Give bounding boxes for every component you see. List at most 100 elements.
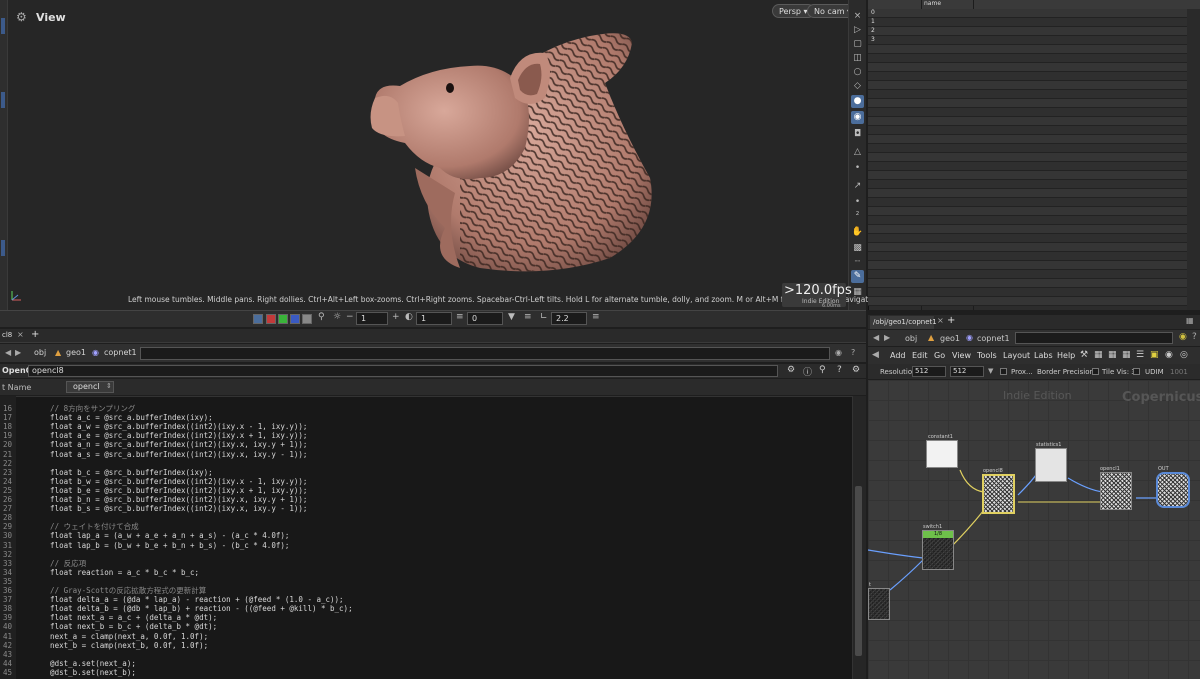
menu-labs[interactable]: Labs bbox=[1034, 351, 1053, 360]
green-channel-icon[interactable] bbox=[278, 314, 288, 324]
proxy-checkbox[interactable] bbox=[1000, 368, 1007, 375]
code-line[interactable]: 29 // ウェイトを付けて合成 bbox=[0, 522, 139, 531]
spreadsheet-row[interactable] bbox=[868, 54, 1200, 63]
code-line[interactable]: 33 // 反応項 bbox=[0, 559, 86, 568]
options-icon[interactable]: ≡ bbox=[592, 312, 600, 322]
wireframe-icon[interactable]: △ bbox=[851, 146, 864, 159]
menu-edit[interactable]: Edit bbox=[912, 351, 928, 360]
close-tab-icon[interactable]: × bbox=[17, 330, 24, 339]
menu-go[interactable]: Go bbox=[934, 351, 945, 360]
shading-icon[interactable]: ◉ bbox=[851, 111, 864, 124]
spreadsheet-row[interactable] bbox=[868, 297, 1200, 306]
code-line[interactable]: 22 bbox=[0, 459, 32, 468]
spreadsheet-row[interactable] bbox=[868, 63, 1200, 72]
code-line[interactable]: 35 bbox=[0, 577, 32, 586]
spreadsheet-row[interactable] bbox=[868, 198, 1200, 207]
breadcrumb-copnet1[interactable]: copnet1 bbox=[104, 348, 137, 357]
column-header-name[interactable]: name bbox=[924, 0, 941, 8]
exposure-icon[interactable]: ☼ bbox=[333, 312, 341, 322]
help-icon[interactable]: ? bbox=[851, 348, 855, 357]
resolution-x-field[interactable]: 512 bbox=[912, 366, 946, 377]
snapshot-icon[interactable]: ▢ bbox=[851, 38, 864, 51]
alpha-channel-icon[interactable] bbox=[302, 314, 312, 324]
close-icon[interactable]: × bbox=[851, 10, 864, 23]
sticky-note-icon[interactable]: ▣ bbox=[1150, 350, 1159, 360]
back-icon[interactable]: ◀ bbox=[873, 333, 879, 342]
code-line[interactable]: 42 next_b = clamp(next_b, 0.0f, 1.0f); bbox=[0, 641, 208, 650]
pin-icon[interactable]: ◉ bbox=[1179, 332, 1187, 342]
forward-icon[interactable]: ▶ bbox=[15, 348, 21, 357]
code-line[interactable]: 25 float b_e = @src_b.bufferIndex((int2)… bbox=[0, 486, 307, 495]
code-line[interactable]: 37 float delta_a = (@da * lap_a) - react… bbox=[0, 595, 344, 604]
spreadsheet-row[interactable] bbox=[868, 171, 1200, 180]
brush-icon[interactable]: ✎ bbox=[851, 270, 864, 283]
code-line[interactable]: 41 next_a = clamp(next_a, 0.0f, 1.0f); bbox=[0, 632, 208, 641]
node-name-field[interactable]: opencl8 bbox=[28, 365, 778, 377]
breadcrumb-geo1[interactable]: geo1 bbox=[66, 348, 86, 357]
code-line[interactable]: 34 float reaction = a_c * b_c * b_c; bbox=[0, 568, 199, 577]
transform-tool-icon[interactable] bbox=[1, 92, 5, 108]
frame-icon[interactable]: ┈ bbox=[851, 256, 864, 269]
code-line[interactable]: 28 bbox=[0, 513, 32, 522]
grid-icon[interactable]: ▦ bbox=[1108, 350, 1117, 360]
code-line[interactable]: 19 float a_e = @src_a.bufferIndex((int2)… bbox=[0, 431, 307, 440]
gamma-curve-icon[interactable]: ∟ bbox=[540, 312, 548, 322]
display-gamma-field[interactable]: 2.2 bbox=[551, 312, 587, 325]
lut-icon[interactable]: ▼ bbox=[508, 312, 515, 322]
code-line[interactable]: 43 bbox=[0, 650, 32, 659]
menu-tools[interactable]: Tools bbox=[977, 351, 997, 360]
handle-tool-icon[interactable] bbox=[1, 240, 5, 256]
pane-menu-icon[interactable]: ▦ bbox=[1186, 316, 1194, 325]
normals-icon[interactable]: ↗ bbox=[851, 180, 864, 193]
point-icon[interactable]: • bbox=[851, 162, 864, 175]
spreadsheet-row[interactable] bbox=[868, 270, 1200, 279]
pin-icon[interactable]: ◉ bbox=[835, 348, 842, 357]
collapse-icon[interactable]: ◀ bbox=[872, 350, 879, 360]
red-channel-icon[interactable] bbox=[266, 314, 276, 324]
select-tool-icon[interactable] bbox=[1, 18, 5, 34]
menu-add[interactable]: Add bbox=[890, 351, 906, 360]
tile-vis-checkbox[interactable] bbox=[1092, 368, 1099, 375]
blue-channel-icon[interactable] bbox=[290, 314, 300, 324]
help-icon[interactable]: ? bbox=[1192, 332, 1197, 342]
spreadsheet-row[interactable] bbox=[868, 216, 1200, 225]
udim-checkbox[interactable] bbox=[1133, 368, 1140, 375]
network-breadcrumb-geo1[interactable]: geo1 bbox=[940, 334, 960, 343]
zoom-icon[interactable]: ⚲ bbox=[318, 312, 325, 322]
spreadsheet-row[interactable] bbox=[868, 108, 1200, 117]
code-line[interactable]: 30 float lap_a = (a_w + a_e + a_n + a_s)… bbox=[0, 531, 289, 540]
spreadsheet-row[interactable]: 1 bbox=[868, 18, 1200, 27]
code-line[interactable]: 40 float next_b = b_c + (delta_b * @dt); bbox=[0, 622, 217, 631]
add-tab-icon[interactable]: + bbox=[947, 315, 955, 326]
search-icon[interactable]: ⚲ bbox=[819, 365, 826, 375]
spreadsheet-row[interactable]: 2 bbox=[868, 27, 1200, 36]
network-breadcrumb-obj[interactable]: obj bbox=[905, 334, 917, 343]
spreadsheet-row[interactable] bbox=[868, 153, 1200, 162]
network-path-field[interactable] bbox=[1015, 332, 1173, 344]
menu-help[interactable]: Help bbox=[1057, 351, 1075, 360]
gamma-icon[interactable]: ◐ bbox=[405, 312, 413, 322]
lock-icon[interactable]: ◫ bbox=[851, 52, 864, 65]
spreadsheet-row[interactable]: 0 bbox=[868, 9, 1200, 18]
spreadsheet-row[interactable] bbox=[868, 252, 1200, 261]
path-field[interactable] bbox=[140, 347, 830, 360]
hand-icon[interactable]: ✋ bbox=[851, 226, 864, 239]
resolution-y-field[interactable]: 512 bbox=[950, 366, 984, 377]
spreadsheet-row[interactable] bbox=[868, 180, 1200, 189]
menu-layout[interactable]: Layout bbox=[1003, 351, 1030, 360]
info-icon[interactable]: ⓘ bbox=[803, 365, 812, 378]
code-line[interactable]: 36 // Gray-Scottの反応拡散方程式の更新計算 bbox=[0, 586, 206, 595]
network-breadcrumb-copnet1[interactable]: copnet1 bbox=[977, 334, 1010, 343]
menu-view[interactable]: View bbox=[952, 351, 971, 360]
resolution-menu-icon[interactable]: ▼ bbox=[988, 367, 993, 375]
code-line[interactable]: 21 float a_s = @src_a.bufferIndex((int2)… bbox=[0, 450, 307, 459]
opencl1-node[interactable] bbox=[1100, 472, 1132, 510]
contrast-icon[interactable]: ≡ bbox=[524, 312, 532, 322]
exposure-field[interactable]: 1 bbox=[356, 312, 388, 325]
layout-icon[interactable]: ▦ bbox=[1094, 350, 1103, 360]
add-tab-icon[interactable]: + bbox=[31, 329, 39, 340]
offset-field[interactable]: 0 bbox=[467, 312, 503, 325]
spreadsheet-row[interactable] bbox=[868, 99, 1200, 108]
table-icon[interactable]: ▦ bbox=[1122, 350, 1131, 360]
stamp-icon[interactable]: ▩ bbox=[851, 242, 864, 255]
